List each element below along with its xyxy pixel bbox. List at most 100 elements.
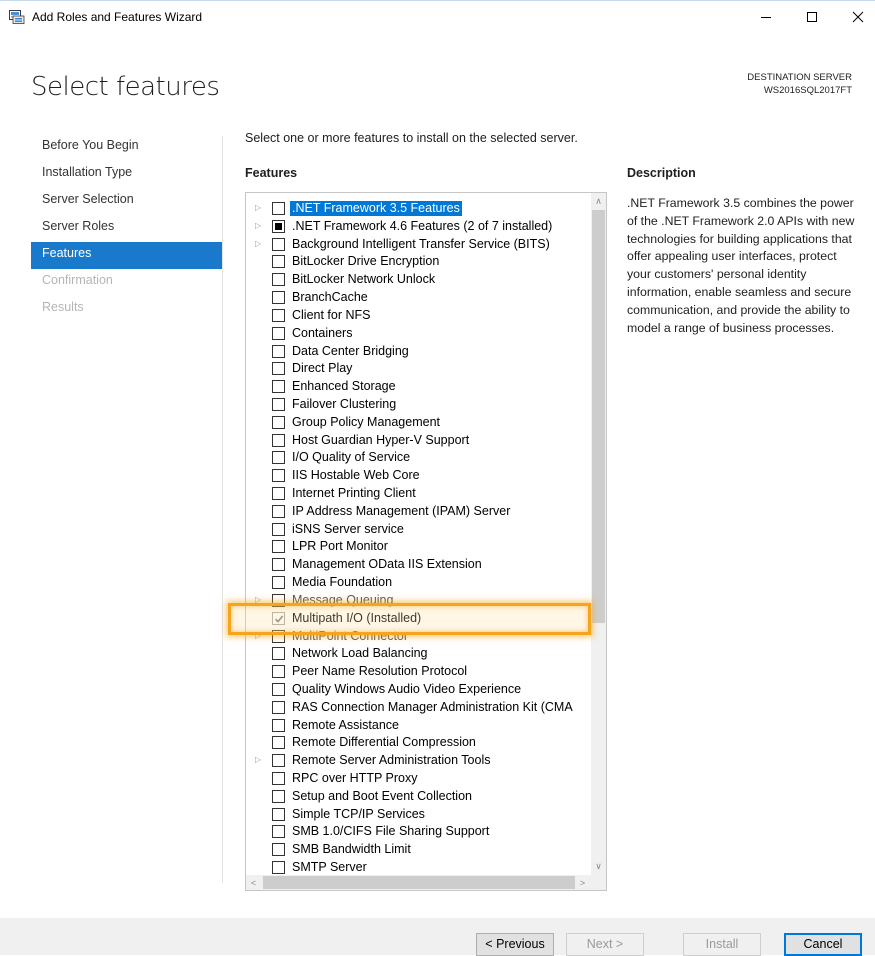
feature-checkbox[interactable] [272,736,285,750]
feature-row[interactable]: SMB Bandwidth Limit [246,841,591,859]
feature-row[interactable]: Management OData IIS Extension [246,556,591,574]
feature-checkbox[interactable] [272,718,285,732]
previous-button[interactable]: < Previous [476,933,554,956]
expand-arrow-icon[interactable]: ▷ [255,221,261,230]
expand-arrow-icon[interactable]: ▷ [255,239,261,248]
feature-checkbox[interactable] [272,754,285,768]
feature-checkbox[interactable] [272,647,285,661]
feature-checkbox[interactable] [272,344,285,358]
vertical-scrollbar[interactable]: ∧ ∨ [591,193,606,875]
feature-checkbox[interactable] [272,273,285,287]
feature-row[interactable]: ▷ .NET Framework 3.5 Features [246,200,591,218]
feature-row[interactable]: Data Center Bridging [246,343,591,361]
feature-checkbox[interactable] [272,433,285,447]
feature-row[interactable]: Network Load Balancing [246,645,591,663]
horizontal-scroll-thumb[interactable] [263,876,575,889]
feature-row[interactable]: BitLocker Network Unlock [246,271,591,289]
feature-checkbox[interactable] [272,291,285,305]
feature-row[interactable]: Internet Printing Client [246,485,591,503]
nav-item-server-roles[interactable]: Server Roles [31,215,222,242]
feature-checkbox[interactable] [272,682,285,696]
scroll-right-icon[interactable]: > [575,874,590,890]
feature-row[interactable]: Media Foundation [246,574,591,592]
feature-checkbox[interactable] [272,700,285,714]
feature-checkbox[interactable] [272,487,285,500]
feature-checkbox[interactable] [272,558,285,572]
nav-item-before-you-begin[interactable]: Before You Begin [31,134,222,161]
feature-checkbox[interactable] [272,861,285,875]
scroll-up-icon[interactable]: ∧ [591,193,606,210]
nav-item-installation-type[interactable]: Installation Type [31,161,222,188]
scroll-left-icon[interactable]: < [246,874,261,890]
feature-row[interactable]: Remote Assistance [246,717,591,735]
feature-row[interactable]: ▷ Background Intelligent Transfer Service… [246,236,591,254]
feature-label: Peer Name Resolution Protocol [292,664,468,679]
nav-item-features[interactable]: Features [31,242,222,269]
feature-row[interactable]: Remote Differential Compression [246,734,591,752]
feature-label: iSNS Server service [292,521,404,536]
feature-row[interactable]: ▷ Remote Server Administration Tools [246,752,591,770]
feature-row[interactable]: Setup and Boot Event Collection [246,788,591,806]
feature-checkbox[interactable] [272,772,285,785]
feature-row[interactable]: LPR Port Monitor [246,538,591,556]
feature-row[interactable]: Enhanced Storage [246,378,591,396]
feature-row[interactable]: iSNS Server service [246,521,591,539]
feature-checkbox[interactable] [272,469,285,483]
feature-checkbox[interactable] [272,397,285,411]
feature-checkbox[interactable] [272,789,285,803]
feature-checkbox[interactable] [272,308,285,322]
expand-arrow-icon[interactable]: ▷ [255,203,261,212]
scrollbar-corner [591,875,606,890]
feature-checkbox[interactable] [272,255,285,269]
feature-row[interactable]: Direct Play [246,360,591,378]
feature-row[interactable]: RPC over HTTP Proxy [246,770,591,788]
cancel-button[interactable]: Cancel [784,933,862,956]
feature-checkbox[interactable] [272,843,285,857]
feature-row[interactable]: RAS Connection Manager Administration Ki… [246,699,591,717]
window-title: Add Roles and Features Wizard [32,10,203,24]
expand-arrow-icon[interactable]: ▷ [255,755,261,764]
close-button[interactable] [835,2,875,32]
feature-checkbox[interactable] [272,522,285,536]
feature-row[interactable]: Simple TCP/IP Services [246,806,591,824]
feature-row[interactable]: ▷ .NET Framework 4.6 Features (2 of 7 ins… [246,218,591,236]
feature-row[interactable]: IIS Hostable Web Core [246,467,591,485]
feature-checkbox[interactable] [272,380,285,394]
feature-checkbox[interactable] [272,362,285,376]
horizontal-scrollbar[interactable]: < > [246,875,591,890]
feature-checkbox[interactable] [272,219,285,233]
close-icon [852,11,864,23]
feature-row[interactable]: Quality Windows Audio Video Experience [246,681,591,699]
nav-item-server-selection[interactable]: Server Selection [31,188,222,215]
feature-checkbox[interactable] [272,807,285,821]
feature-checkbox[interactable] [272,504,285,518]
feature-checkbox[interactable] [272,665,285,679]
maximize-button[interactable] [789,2,835,32]
feature-checkbox[interactable] [272,202,285,215]
feature-checkbox[interactable] [272,237,285,251]
scroll-down-icon[interactable]: ∨ [591,858,606,875]
feature-row[interactable]: Failover Clustering [246,396,591,414]
feature-checkbox[interactable] [272,540,285,554]
feature-row[interactable]: Peer Name Resolution Protocol [246,663,591,681]
feature-label: Remote Server Administration Tools [292,753,491,768]
feature-checkbox[interactable] [272,415,285,429]
feature-checkbox[interactable] [272,825,285,839]
feature-row[interactable]: SMB 1.0/CIFS File Sharing Support [246,823,591,841]
wizard-nav: Before You Begin Installation Type Serve… [31,134,222,323]
feature-checkbox[interactable] [272,576,285,590]
feature-row[interactable]: I/O Quality of Service [246,449,591,467]
feature-row[interactable]: Host Guardian Hyper-V Support [246,432,591,450]
features-list[interactable]: ▷ .NET Framework 3.5 Features ▷ .NET Framew… [245,192,607,891]
feature-row[interactable]: Containers [246,325,591,343]
feature-checkbox[interactable] [272,451,285,465]
feature-row[interactable]: Client for NFS [246,307,591,325]
feature-row[interactable]: BranchCache [246,289,591,307]
feature-row[interactable]: BitLocker Drive Encryption [246,253,591,271]
minimize-button[interactable] [743,2,789,32]
feature-row[interactable]: IP Address Management (IPAM) Server [246,503,591,521]
feature-checkbox[interactable] [272,326,285,340]
vertical-scroll-thumb[interactable] [592,210,605,623]
feature-row[interactable]: Group Policy Management [246,414,591,432]
title-bar[interactable]: Add Roles and Features Wizard [0,1,875,33]
